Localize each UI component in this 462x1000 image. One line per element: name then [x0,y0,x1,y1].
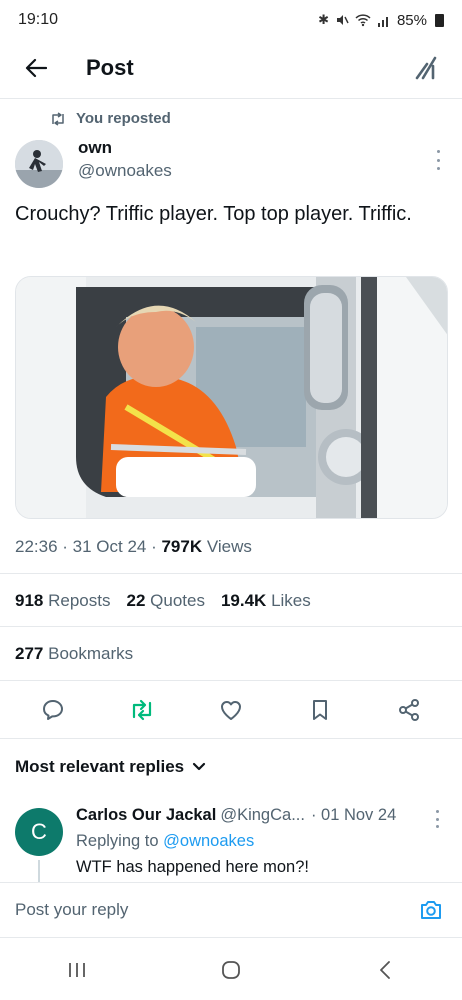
bookmark-button[interactable] [300,690,340,730]
bookmarks-count: 277 [15,644,44,663]
post-text: Crouchy? Triffic player. Top top player.… [15,203,412,225]
recent-apps-button[interactable] [47,950,107,990]
like-button[interactable] [211,690,251,730]
recent-apps-icon [69,963,85,977]
home-icon [222,961,240,979]
bookmarks-stat[interactable]: 277 Bookmarks [15,644,133,664]
reply-date: · 01 Nov 24 [310,806,397,824]
repost-indicator: You reposted [50,110,171,127]
avatar[interactable] [15,140,63,188]
stats-divider [0,626,462,627]
system-back-button[interactable] [355,950,415,990]
system-nav-bar [0,940,462,1000]
avatar-image [15,140,63,188]
like-icon [220,701,241,720]
reply-avatar-letter: C [31,819,47,844]
post-timestamp: 22:36 · 31 Oct 24 · 797K Views [15,537,252,557]
battery-percent: 85% [396,11,427,29]
repost-button[interactable] [122,690,162,730]
reply-more-button[interactable] [432,810,442,828]
post-more-button[interactable] [430,148,446,172]
battery-icon [435,13,444,27]
reply-button[interactable] [33,690,73,730]
home-button[interactable] [201,950,261,990]
reply-avatar[interactable]: C [15,808,63,856]
status-icons: ✱ 85% [318,12,444,29]
likes-label: Likes [271,591,311,610]
camera-icon [421,901,441,919]
repost-icon [132,699,151,721]
mute-icon [336,15,349,25]
views-label: Views [202,537,252,556]
chevron-left-icon [380,961,390,979]
post-actions [0,688,462,732]
reposts-stat[interactable]: 918 Reposts [15,591,110,611]
quotes-count: 22 [126,591,146,610]
thread-line [38,860,40,882]
repost-label: You reposted [76,110,171,127]
reply-composer [0,882,462,938]
chevron-down-icon [193,762,206,771]
grok-button[interactable] [410,51,444,85]
reply-input[interactable] [15,900,415,920]
share-button[interactable] [389,690,429,730]
quotes-label: Quotes [150,591,205,610]
signal-icon [377,16,388,27]
camera-button[interactable] [415,894,447,926]
likes-count: 19.4K [220,591,267,610]
timestamp-text: 22:36 · 31 Oct 24 · [15,537,162,556]
bluetooth-icon: ✱ [318,12,329,27]
reply-icon [42,700,63,720]
post-stats: 918 Reposts 22 Quotes 19.4K Likes [15,591,311,611]
wifi-icon [355,14,371,27]
quotes-stat[interactable]: 22 Quotes [126,591,204,611]
bookmarks-divider [0,680,462,681]
page-title: Post [86,55,134,80]
replying-to: Replying to @ownoakes [76,832,254,851]
share-icon [399,699,420,721]
reply-author-name[interactable]: Carlos Our Jackal [76,806,216,825]
post-image[interactable] [15,276,448,519]
bookmarks-label: Bookmarks [48,644,134,663]
top-bar: Post [0,40,462,96]
reposts-label: Reposts [48,591,111,610]
author-name[interactable]: own [78,138,112,158]
views-count[interactable]: 797K [161,537,202,556]
repost-small-icon [52,111,64,126]
reply-text: WTF has happened here mon?! [76,858,309,876]
status-time: 19:10 [18,11,59,28]
reply-header: Carlos Our Jackal @KingCa... · 01 Nov 24 [76,806,396,825]
arrow-left-icon [25,58,47,78]
grok-icon [415,56,437,80]
reply-author-handle[interactable]: @KingCa... [220,806,305,825]
replies-sort-button[interactable]: Most relevant replies [15,757,206,777]
header-divider [0,98,462,99]
back-button[interactable] [18,50,54,86]
likes-stat[interactable]: 19.4K Likes [221,591,311,611]
actions-divider [0,738,462,739]
status-bar: 19:10 ✱ 85% [0,0,462,40]
bookmark-icon [313,700,328,720]
replying-mention[interactable]: @ownoakes [163,832,254,850]
author-handle[interactable]: @ownoakes [78,161,172,181]
reposts-count: 918 [15,591,44,610]
replying-prefix: Replying to [76,832,164,850]
truck-photo [16,277,447,518]
replies-sort-label: Most relevant replies [15,757,185,776]
meta-divider [0,573,462,574]
